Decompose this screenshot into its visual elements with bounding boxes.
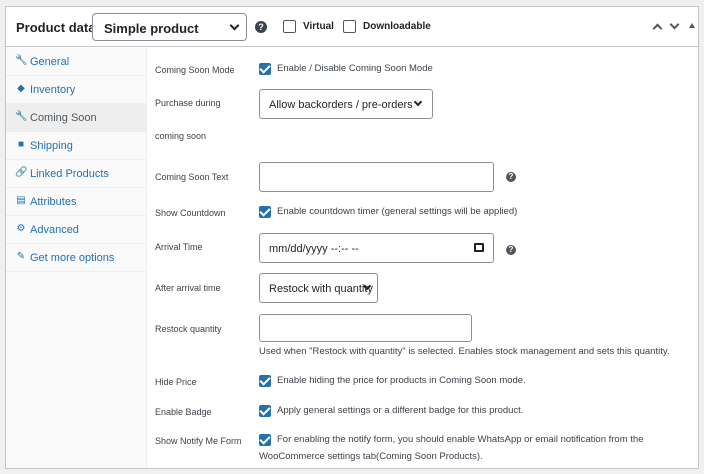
product-type-select[interactable]: Simple product [92, 13, 247, 41]
after-arrival-value: Restock with quantity [269, 283, 373, 295]
show-countdown-checkbox[interactable] [259, 206, 271, 218]
after-arrival-label: After arrival time [155, 283, 221, 293]
tag-icon: ◆ [17, 83, 25, 94]
tab-label: Advanced [30, 224, 79, 236]
virtual-checkbox[interactable] [283, 20, 296, 33]
coming-soon-mode-text: Enable / Disable Coming Soon Mode [277, 63, 433, 74]
after-arrival-select[interactable]: Restock with quantity [259, 273, 378, 303]
restock-quantity-description: Used when "Restock with quantity" is sel… [259, 346, 670, 357]
enable-badge-label: Enable Badge [155, 407, 212, 417]
tab-coming-soon[interactable]: 🔧 Coming Soon [6, 104, 147, 132]
product-data-panel: Product data — Simple product ? Virtual … [5, 6, 699, 469]
tab-attributes[interactable]: ▤ Attributes [6, 188, 147, 216]
tab-label: Shipping [30, 140, 73, 152]
tab-linked-products[interactable]: 🔗 Linked Products [6, 160, 147, 188]
move-up-icon[interactable] [652, 23, 663, 34]
hide-price-text: Enable hiding the price for products in … [277, 375, 526, 386]
tab-label: Linked Products [30, 168, 109, 180]
tab-advanced[interactable]: ⚙ Advanced [6, 216, 147, 244]
product-type-value: Simple product [104, 21, 199, 36]
purchase-during-label-2: coming soon [155, 131, 207, 141]
truck-icon: ■ [17, 139, 25, 150]
help-icon[interactable]: ? [506, 172, 516, 182]
downloadable-label: Downloadable [363, 21, 431, 32]
help-icon[interactable]: ? [255, 21, 267, 33]
tab-label: Inventory [30, 84, 76, 96]
coming-soon-mode-checkbox[interactable] [259, 63, 271, 75]
link-icon: 🔗 [15, 167, 28, 178]
restock-quantity-input[interactable] [259, 314, 472, 342]
tab-shipping[interactable]: ■ Shipping [6, 132, 147, 160]
tab-label: Get more options [30, 252, 115, 264]
notify-form-label: Show Notify Me Form [155, 436, 242, 446]
show-countdown-text: Enable countdown timer (general settings… [277, 206, 518, 217]
hide-price-checkbox[interactable] [259, 375, 271, 387]
purchase-during-label: Purchase during [155, 98, 221, 108]
coming-soon-text-input[interactable] [259, 162, 494, 192]
tab-general[interactable]: 🔧 General [6, 48, 147, 76]
list-icon: ▤ [16, 195, 26, 206]
coming-soon-mode-label: Coming Soon Mode [155, 65, 235, 75]
tab-label: Attributes [30, 196, 77, 208]
chevron-down-icon [413, 97, 423, 107]
notify-form-text: For enabling the notify form, you should… [277, 434, 644, 445]
tab-get-more-options[interactable]: ✎ Get more options [6, 244, 147, 272]
coming-soon-panel: Coming Soon Mode Enable / Disable Coming… [147, 48, 698, 468]
help-icon[interactable]: ? [506, 245, 516, 255]
enable-badge-text: Apply general settings or a different ba… [277, 405, 524, 416]
tab-inventory[interactable]: ◆ Inventory [6, 76, 147, 104]
collapse-toggle-icon[interactable] [689, 23, 695, 28]
notify-form-text-2: WooCommerce settings tab(Coming Soon Pro… [259, 451, 483, 462]
notify-form-checkbox[interactable] [259, 434, 271, 446]
coming-soon-text-label: Coming Soon Text [155, 172, 229, 182]
restock-quantity-label: Restock quantity [155, 324, 222, 334]
chevron-down-icon [229, 20, 240, 31]
enable-badge-checkbox[interactable] [259, 405, 271, 417]
show-countdown-label: Show Countdown [155, 208, 226, 218]
purchase-during-value: Allow backorders / pre-orders [269, 99, 413, 111]
wrench-icon: 🔧 [15, 111, 28, 122]
tab-label: General [30, 56, 70, 68]
calendar-icon[interactable] [474, 243, 484, 252]
arrival-time-input[interactable]: mm/dd/yyyy --:-- -- [259, 233, 494, 263]
purchase-during-select[interactable]: Allow backorders / pre-orders [259, 89, 433, 119]
downloadable-checkbox[interactable] [343, 20, 356, 33]
wrench-icon: 🔧 [15, 55, 28, 66]
arrival-time-label: Arrival Time [155, 242, 203, 252]
tab-label: Coming Soon [30, 112, 97, 124]
arrival-time-value: mm/dd/yyyy --:-- -- [269, 243, 359, 255]
hide-price-label: Hide Price [155, 377, 197, 387]
virtual-label: Virtual [303, 21, 334, 32]
plugin-icon: ✎ [16, 251, 26, 262]
product-data-tabs: 🔧 General ◆ Inventory 🔧 Coming Soon ■ Sh… [6, 48, 147, 468]
gear-icon: ⚙ [16, 223, 26, 234]
move-down-icon[interactable] [669, 19, 680, 30]
product-data-header: Product data — Simple product ? Virtual … [6, 7, 698, 47]
